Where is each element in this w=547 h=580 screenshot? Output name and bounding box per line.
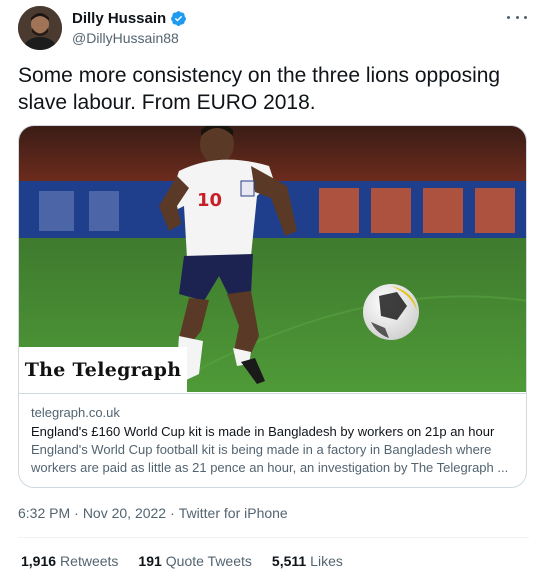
verified-badge-icon [171, 11, 187, 26]
dot [524, 15, 527, 19]
retweets-count: 1,916 [21, 553, 57, 569]
svg-text:10: 10 [197, 190, 222, 211]
separator: · [170, 505, 175, 521]
retweets-label: Retweets [60, 553, 119, 569]
tweet-date[interactable]: Nov 20, 2022 [83, 505, 166, 521]
tweet: Dilly Hussain @DillyHussain88 Some more … [0, 0, 547, 580]
retweets-stat[interactable]: 1,916 Retweets [21, 553, 118, 569]
display-name[interactable]: Dilly Hussain [72, 10, 166, 27]
likes-count: 5,511 [271, 553, 307, 569]
author-name-row: Dilly Hussain [72, 10, 187, 27]
card-title: England's £160 World Cup kit is made in … [31, 424, 495, 439]
link-card[interactable]: 10 The Telegraph telegraph.co.uk England… [18, 125, 527, 488]
more-options-icon[interactable] [507, 10, 527, 24]
quote-tweets-count: 191 [138, 553, 162, 569]
author-handle[interactable]: @DillyHussain88 [72, 30, 179, 46]
divider [18, 537, 529, 538]
likes-label: Likes [310, 553, 343, 569]
tweet-source: Twitter for iPhone [178, 505, 288, 521]
likes-stat[interactable]: 5,511 Likes [272, 553, 343, 569]
dot [515, 15, 519, 19]
avatar[interactable] [18, 6, 62, 50]
tweet-text: Some more consistency on the three lions… [18, 64, 501, 114]
card-body[interactable]: telegraph.co.uk England's £160 World Cup… [19, 393, 526, 487]
engagement-stats: 1,916 Retweets 191 Quote Tweets 5,511 Likes [21, 553, 343, 569]
separator: · [74, 505, 79, 521]
avatar-image [18, 6, 62, 50]
tweet-time[interactable]: 6:32 PM [18, 505, 70, 521]
dot [507, 15, 510, 19]
card-image[interactable]: 10 The Telegraph [19, 126, 526, 392]
brand-logo: The Telegraph [19, 347, 187, 392]
brand-logo-text: The Telegraph [24, 358, 182, 381]
quote-tweets-stat[interactable]: 191 Quote Tweets [138, 553, 252, 569]
quote-tweets-label: Quote Tweets [165, 553, 252, 569]
card-description: England's World Cup football kit is bein… [31, 442, 509, 475]
card-domain: telegraph.co.uk [31, 405, 120, 420]
timestamp-row: 6:32 PM · Nov 20, 2022 · Twitter for iPh… [18, 505, 288, 521]
